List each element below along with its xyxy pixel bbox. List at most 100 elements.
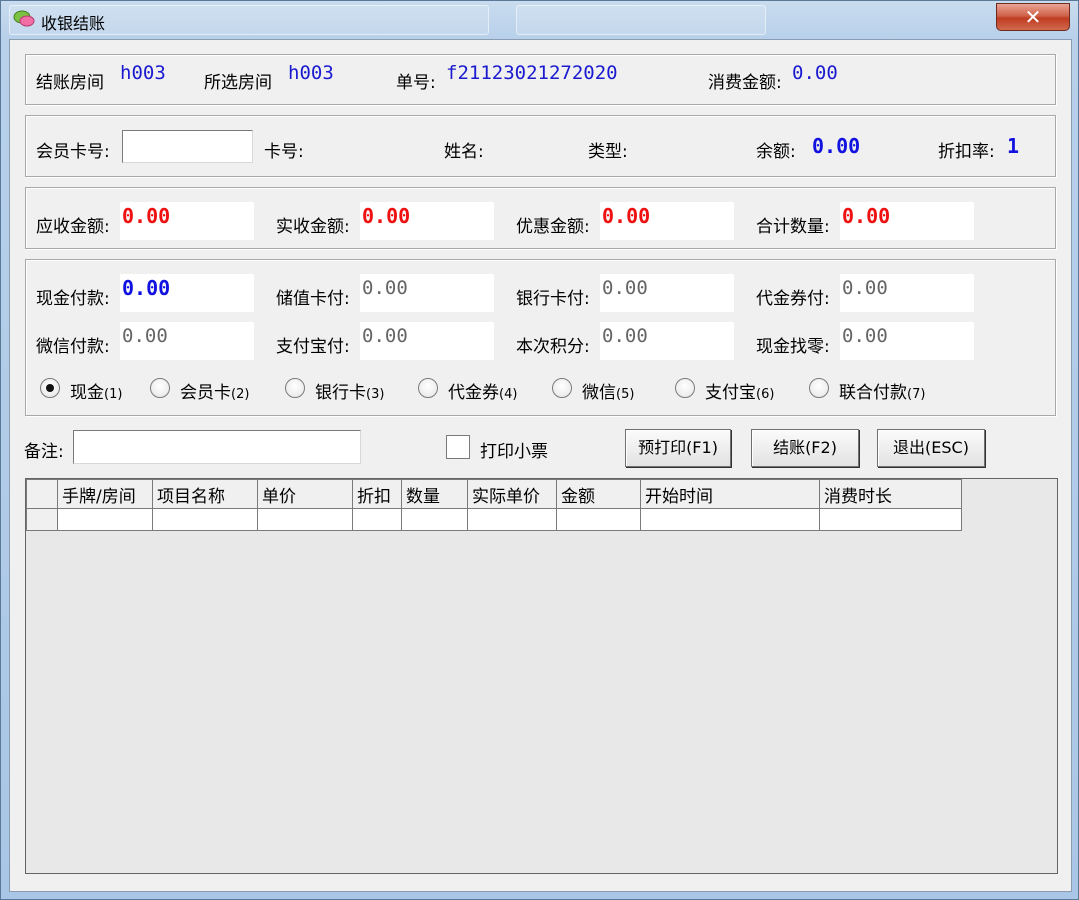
cash-change-label: 现金找零:	[756, 337, 830, 357]
stored-card-box[interactable]: 0.00	[360, 274, 494, 312]
received-box: 0.00	[360, 202, 494, 240]
radio-wechat-label[interactable]: 微信(5)	[582, 378, 634, 403]
radio-bank-card[interactable]	[285, 378, 305, 398]
summary-group: 结账房间 h003 所选房间 h003 单号: f21123021272020 …	[25, 54, 1056, 105]
member-type-label: 类型:	[588, 142, 628, 162]
discount-rate-label: 折扣率:	[938, 142, 995, 162]
print-ticket-label[interactable]: 打印小票	[480, 437, 548, 462]
table-cell[interactable]	[152, 508, 258, 531]
total-quantity-value: 0.00	[842, 204, 891, 228]
radio-wechat[interactable]	[552, 378, 572, 398]
discount-rate-value: 1	[1007, 134, 1020, 158]
col-header-quantity[interactable]: 数量	[401, 479, 468, 509]
total-quantity-label: 合计数量:	[756, 217, 830, 237]
grid-corner	[26, 479, 58, 509]
bank-card-label: 银行卡付:	[516, 289, 590, 309]
cash-change-value: 0.00	[842, 325, 888, 347]
order-number-label: 单号:	[396, 73, 436, 93]
table-cell[interactable]	[352, 508, 402, 531]
window-title: 收银结账	[41, 14, 106, 33]
receivable-box: 0.00	[120, 202, 254, 240]
table-row[interactable]	[26, 508, 962, 531]
balance-value: 0.00	[812, 134, 861, 158]
radio-combined[interactable]	[809, 378, 829, 398]
discount-amount-value: 0.00	[602, 204, 651, 228]
table-cell[interactable]	[257, 508, 353, 531]
radio-alipay[interactable]	[675, 378, 695, 398]
cash-payment-value: 0.00	[122, 276, 171, 300]
col-header-unit-price[interactable]: 单价	[257, 479, 353, 509]
col-header-actual-price[interactable]: 实际单价	[467, 479, 557, 509]
remark-label: 备注:	[24, 442, 64, 462]
exit-button[interactable]: 退出(ESC)	[877, 429, 985, 467]
selected-room-label: 所选房间	[204, 73, 272, 93]
table-cell[interactable]	[556, 508, 641, 531]
bank-card-value: 0.00	[602, 277, 648, 299]
table-cell[interactable]	[819, 508, 962, 531]
title-bar[interactable]: 收银结账 ✕	[1, 1, 1078, 39]
radio-alipay-label[interactable]: 支付宝(6)	[705, 378, 774, 403]
table-cell[interactable]	[467, 508, 557, 531]
wechat-payment-value: 0.00	[122, 325, 168, 347]
preprint-button[interactable]: 预打印(F1)	[625, 429, 731, 467]
consumption-amount-label: 消费金额:	[708, 73, 782, 93]
selected-room-value: h003	[288, 62, 334, 84]
wechat-payment-box[interactable]: 0.00	[120, 322, 254, 360]
wechat-payment-label: 微信付款:	[36, 337, 110, 357]
voucher-value: 0.00	[842, 277, 888, 299]
order-number-value: f21123021272020	[446, 62, 618, 84]
received-label: 实收金额:	[276, 217, 350, 237]
member-group: 会员卡号: 卡号: 姓名: 类型: 余额: 0.00 折扣率: 1	[25, 115, 1056, 177]
checkout-button[interactable]: 结账(F2)	[751, 429, 859, 467]
cash-change-box[interactable]: 0.00	[840, 322, 974, 360]
member-name-label: 姓名:	[444, 142, 484, 162]
col-header-amount[interactable]: 金额	[556, 479, 641, 509]
print-ticket-checkbox[interactable]	[446, 435, 470, 459]
remark-input[interactable]	[73, 430, 361, 464]
points-value: 0.00	[602, 325, 648, 347]
balance-label: 余额:	[756, 142, 796, 162]
client-area: 结账房间 h003 所选房间 h003 单号: f21123021272020 …	[9, 39, 1072, 892]
voucher-box[interactable]: 0.00	[840, 274, 974, 312]
cash-payment-label: 现金付款:	[36, 289, 110, 309]
radio-voucher[interactable]	[418, 378, 438, 398]
receivable-value: 0.00	[122, 204, 171, 228]
room-label: 结账房间	[36, 73, 104, 93]
radio-bank-card-label[interactable]: 银行卡(3)	[315, 378, 384, 403]
total-quantity-box: 0.00	[840, 202, 974, 240]
items-grid[interactable]: 手牌/房间 项目名称 单价 折扣 数量 实际单价 金额 开始时间 消费时长	[25, 478, 1058, 874]
bank-card-box[interactable]: 0.00	[600, 274, 734, 312]
radio-member-card-label[interactable]: 会员卡(2)	[180, 378, 249, 403]
points-box[interactable]: 0.00	[600, 322, 734, 360]
alipay-value: 0.00	[362, 325, 408, 347]
radio-voucher-label[interactable]: 代金券(4)	[448, 378, 517, 403]
stored-card-label: 储值卡付:	[276, 289, 350, 309]
col-header-start-time[interactable]: 开始时间	[640, 479, 820, 509]
alipay-label: 支付宝付:	[276, 337, 350, 357]
voucher-label: 代金券付:	[756, 289, 830, 309]
discount-amount-box: 0.00	[600, 202, 734, 240]
card-number-label: 卡号:	[264, 142, 304, 162]
col-header-discount[interactable]: 折扣	[352, 479, 402, 509]
checkout-window: 收银结账 ✕ 结账房间 h003 所选房间 h003 单号: f21123021…	[0, 0, 1079, 900]
totals-group: 应收金额: 0.00 实收金额: 0.00 优惠金额: 0.00 合计数量: 0…	[25, 187, 1056, 249]
member-card-input[interactable]	[122, 130, 253, 163]
table-cell[interactable]	[640, 508, 820, 531]
items-table: 手牌/房间 项目名称 单价 折扣 数量 实际单价 金额 开始时间 消费时长	[26, 479, 962, 531]
radio-cash-label[interactable]: 现金(1)	[70, 378, 122, 403]
col-header-duration[interactable]: 消费时长	[819, 479, 962, 509]
room-value: h003	[120, 62, 166, 84]
alipay-box[interactable]: 0.00	[360, 322, 494, 360]
col-header-item-name[interactable]: 项目名称	[152, 479, 258, 509]
received-value: 0.00	[362, 204, 411, 228]
table-cell[interactable]	[57, 508, 153, 531]
row-header[interactable]	[26, 508, 58, 531]
radio-combined-label[interactable]: 联合付款(7)	[839, 378, 925, 403]
col-header-room[interactable]: 手牌/房间	[57, 479, 153, 509]
radio-member-card[interactable]	[150, 378, 170, 398]
member-card-label: 会员卡号:	[36, 142, 110, 162]
radio-cash[interactable]	[40, 378, 60, 398]
table-cell[interactable]	[401, 508, 468, 531]
cash-payment-box[interactable]: 0.00	[120, 274, 254, 312]
close-button[interactable]: ✕	[996, 3, 1070, 31]
